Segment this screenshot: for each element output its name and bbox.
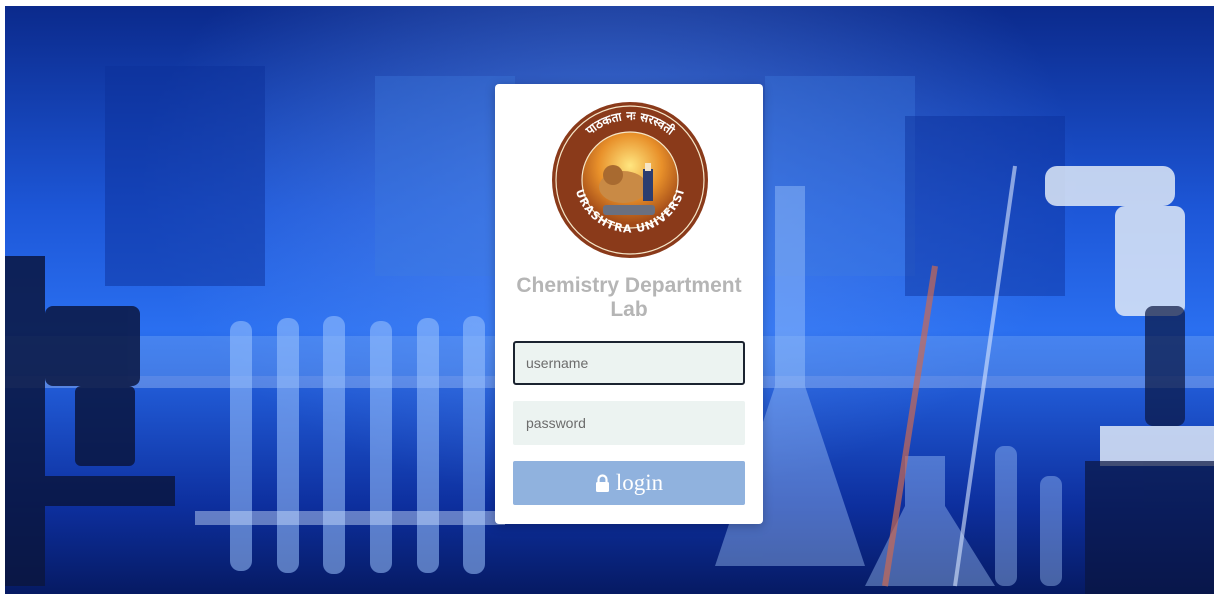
password-input[interactable] bbox=[513, 401, 745, 445]
page-title: Chemistry Department Lab bbox=[516, 274, 742, 321]
saurashtra-university-logo: पाठकता नः सरस्वती SAURASHTRA UNIVERSITY bbox=[551, 101, 708, 258]
login-button[interactable]: login bbox=[513, 461, 745, 505]
login-card: पाठकता नः सरस्वती SAURASHTRA UNIVERSITY … bbox=[495, 84, 763, 524]
login-page: पाठकता नः सरस्वती SAURASHTRA UNIVERSITY … bbox=[0, 0, 1215, 594]
login-button-label: login bbox=[615, 470, 664, 495]
username-input[interactable] bbox=[513, 341, 745, 385]
lock-icon bbox=[595, 474, 610, 492]
